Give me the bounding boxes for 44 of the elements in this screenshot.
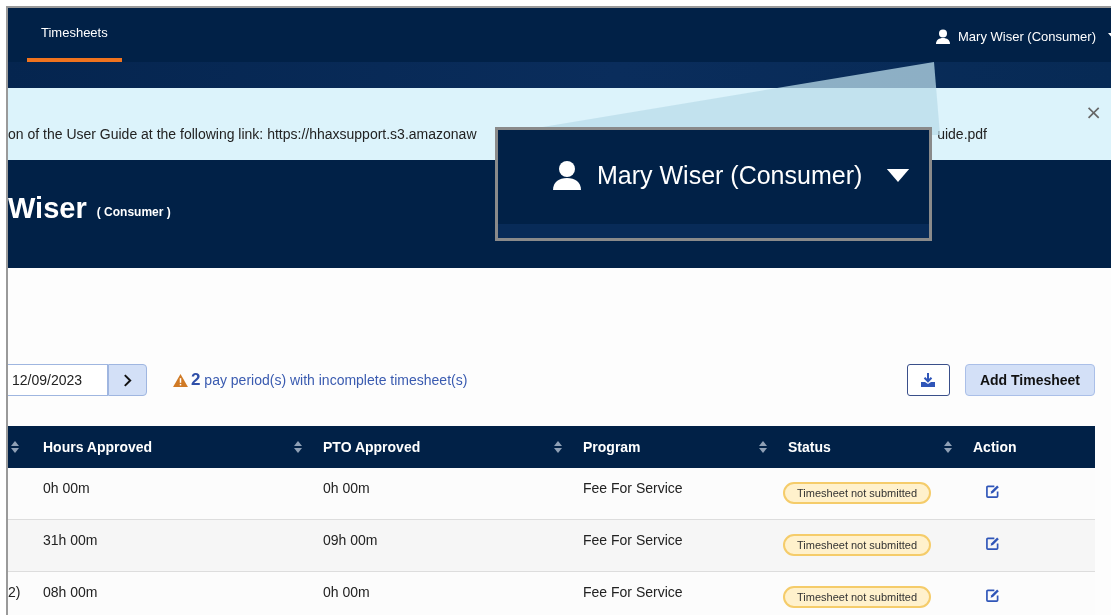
status-badge: Timesheet not submitted xyxy=(783,586,932,608)
table-cell: 2) xyxy=(8,584,21,600)
column-header: Hours Approved xyxy=(43,439,153,455)
download-button[interactable] xyxy=(906,364,950,396)
column-header: Action xyxy=(973,439,1017,455)
user-icon xyxy=(936,28,951,44)
banner-text: uide.pdf xyxy=(937,126,987,142)
sort-icon[interactable] xyxy=(944,441,952,453)
caret-icon xyxy=(886,168,911,182)
banner-text: on of the User Guide at the following link: https://hhaxsupport.s3.amazonaw xyxy=(8,126,477,142)
add-timesheet-button[interactable]: Add Timesheet xyxy=(964,364,1095,396)
column-header: Program xyxy=(583,439,641,455)
sort-icon[interactable] xyxy=(554,441,562,453)
date-field[interactable]: 12/09/2023 xyxy=(8,364,108,396)
warning-icon xyxy=(173,373,188,387)
table-cell: 31h 00m xyxy=(43,532,98,548)
table-cell: Fee For Service xyxy=(583,584,683,600)
edit-icon[interactable] xyxy=(986,485,999,498)
sort-icon[interactable] xyxy=(11,441,19,453)
column-header: PTO Approved xyxy=(323,439,421,455)
incomplete-timesheets-link[interactable]: 2 pay period(s) with incomplete timesheet(s) xyxy=(191,370,468,390)
table-cell: Fee For Service xyxy=(583,532,683,548)
table-cell: 09h 00m xyxy=(323,532,378,548)
sort-icon[interactable] xyxy=(294,441,302,453)
sort-icon[interactable] xyxy=(759,441,767,453)
column-header: Status xyxy=(788,439,831,455)
user-name: Wiser xyxy=(8,191,87,225)
edit-icon[interactable] xyxy=(986,537,999,550)
user-icon xyxy=(553,160,581,190)
next-button[interactable] xyxy=(108,364,147,396)
status-badge: Timesheet not submitted xyxy=(783,534,932,556)
user-name: Mary Wiser (Consumer) xyxy=(597,160,863,190)
user-menu[interactable]: Mary Wiser (Consumer) xyxy=(936,8,1111,62)
user-role: ( Consumer ) xyxy=(96,205,171,219)
chevron-right-icon xyxy=(123,373,132,387)
table-cell: 08h 00m xyxy=(43,584,98,600)
edit-icon[interactable] xyxy=(986,589,999,602)
table-cell: Fee For Service xyxy=(583,480,683,496)
status-badge: Timesheet not submitted xyxy=(783,482,932,504)
table-cell: 0h 00m xyxy=(323,584,370,600)
table-cell: 0h 00m xyxy=(323,480,370,496)
table-cell: 0h 00m xyxy=(43,480,90,496)
download-icon xyxy=(921,373,936,387)
close-button[interactable]: × xyxy=(1081,100,1106,124)
